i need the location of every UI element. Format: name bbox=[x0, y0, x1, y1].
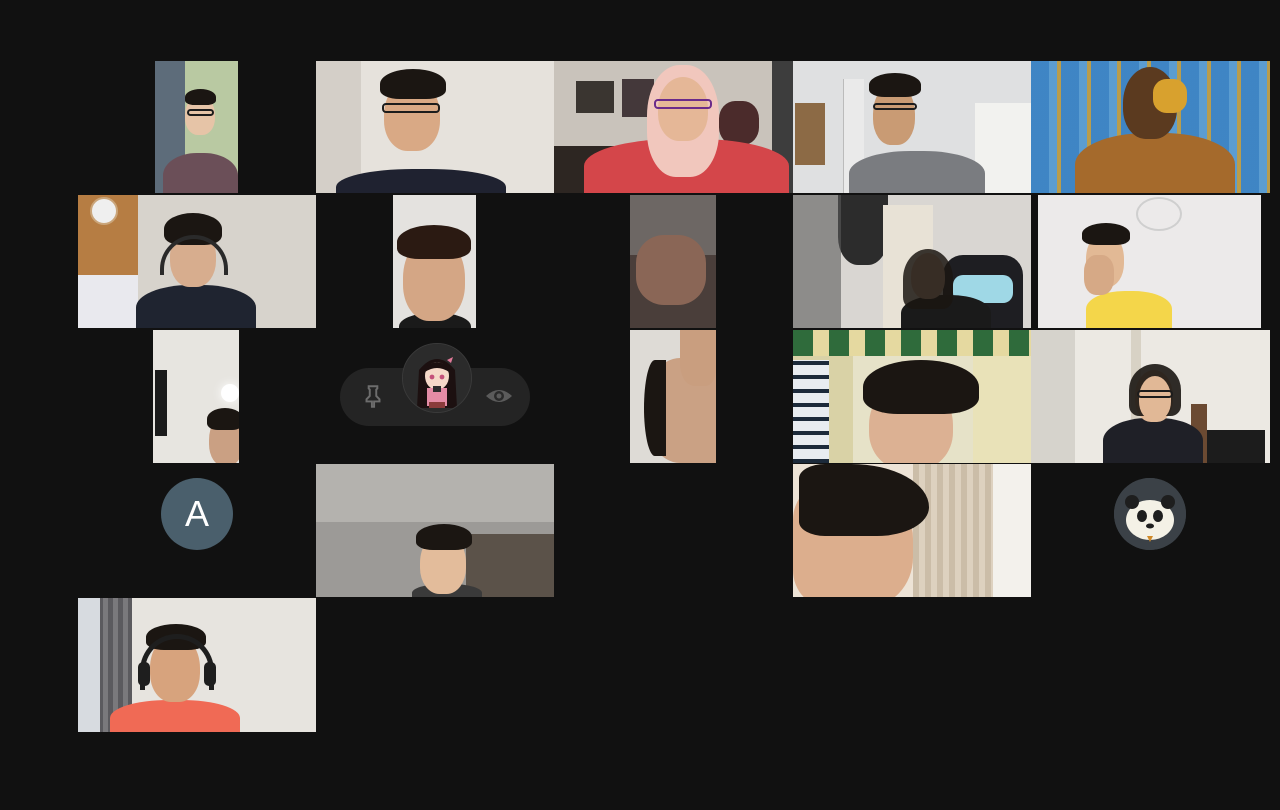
chandelier bbox=[1136, 197, 1182, 231]
participant-tile[interactable] bbox=[793, 61, 1031, 193]
participant-body bbox=[1086, 291, 1172, 328]
participant-hair bbox=[397, 225, 471, 259]
participant-body bbox=[849, 151, 985, 193]
participant-tile[interactable] bbox=[1031, 464, 1270, 597]
participant-tile[interactable] bbox=[793, 330, 1031, 463]
peace-hand bbox=[636, 235, 706, 305]
participant-body bbox=[336, 169, 506, 193]
participant-body bbox=[163, 153, 238, 193]
participant-body bbox=[1103, 418, 1203, 463]
participant-body bbox=[110, 700, 240, 732]
raised-hand bbox=[1153, 79, 1187, 113]
participant-tile[interactable] bbox=[1038, 195, 1261, 328]
participant-hair bbox=[903, 249, 953, 309]
picture-frame bbox=[795, 103, 825, 165]
participant-tile[interactable] bbox=[78, 195, 316, 328]
participant-hair bbox=[799, 464, 929, 536]
tv-screen bbox=[155, 370, 167, 436]
headphone-cup bbox=[204, 662, 216, 686]
participant-hair bbox=[869, 73, 921, 97]
wall-clock bbox=[90, 197, 118, 225]
participant-tile[interactable] bbox=[630, 330, 716, 463]
participant-tile[interactable] bbox=[316, 330, 554, 463]
window bbox=[78, 598, 100, 732]
glasses bbox=[382, 103, 440, 113]
participant-hair bbox=[185, 89, 216, 105]
participant-tile[interactable] bbox=[793, 464, 1031, 597]
wall-background bbox=[316, 61, 361, 193]
participant-tile[interactable] bbox=[1031, 330, 1270, 463]
meeting-grid: A bbox=[0, 0, 1280, 810]
left-blur bbox=[793, 195, 841, 328]
pin-icon[interactable] bbox=[360, 383, 386, 409]
participant-hair bbox=[380, 69, 446, 99]
anime-character-avatar bbox=[402, 343, 472, 413]
participant-tile[interactable] bbox=[316, 61, 554, 193]
participant-hair bbox=[644, 360, 666, 456]
curtain bbox=[913, 464, 993, 597]
participant-hair bbox=[1082, 223, 1130, 245]
participant-body bbox=[1075, 133, 1235, 193]
curtain-valance bbox=[793, 330, 1031, 356]
participant-tile[interactable] bbox=[78, 598, 316, 732]
hand bbox=[680, 330, 716, 386]
participant-body bbox=[136, 285, 256, 328]
glasses bbox=[873, 103, 917, 110]
participant-face bbox=[1139, 376, 1171, 420]
participant-hair bbox=[863, 360, 979, 414]
participant-tile[interactable]: A bbox=[78, 464, 316, 597]
headphone-cup bbox=[138, 662, 150, 686]
window bbox=[993, 464, 1031, 597]
participant-tile[interactable] bbox=[1031, 61, 1270, 193]
shelf bbox=[466, 534, 554, 597]
tv-screen bbox=[1207, 430, 1265, 463]
glasses bbox=[187, 109, 214, 116]
ceiling bbox=[316, 464, 554, 522]
participant-tile[interactable] bbox=[155, 61, 238, 193]
hand-on-face bbox=[1084, 255, 1114, 295]
glasses bbox=[1137, 390, 1173, 398]
participant-tile[interactable] bbox=[316, 464, 554, 597]
participant-initial-avatar: A bbox=[161, 478, 233, 550]
view-icon[interactable] bbox=[484, 384, 514, 408]
picture-frame bbox=[576, 81, 614, 113]
participant-face bbox=[658, 77, 708, 141]
glasses bbox=[654, 99, 712, 109]
participant-tile[interactable] bbox=[793, 195, 1031, 328]
participant-tile[interactable] bbox=[153, 330, 239, 463]
panda-avatar bbox=[1114, 478, 1186, 550]
participant-hair bbox=[416, 524, 472, 550]
door bbox=[1031, 330, 1075, 463]
avatar-initial: A bbox=[184, 493, 209, 534]
participant-tile[interactable] bbox=[554, 61, 793, 193]
chair-cloth bbox=[78, 275, 138, 328]
fan bbox=[838, 195, 888, 265]
participant-hair bbox=[207, 408, 239, 430]
participant-tile[interactable] bbox=[630, 195, 716, 328]
flowers bbox=[719, 101, 759, 145]
ceiling-light bbox=[221, 384, 239, 402]
window-grille bbox=[793, 360, 829, 463]
curtain bbox=[973, 356, 1031, 463]
participant-tile[interactable] bbox=[393, 195, 476, 328]
